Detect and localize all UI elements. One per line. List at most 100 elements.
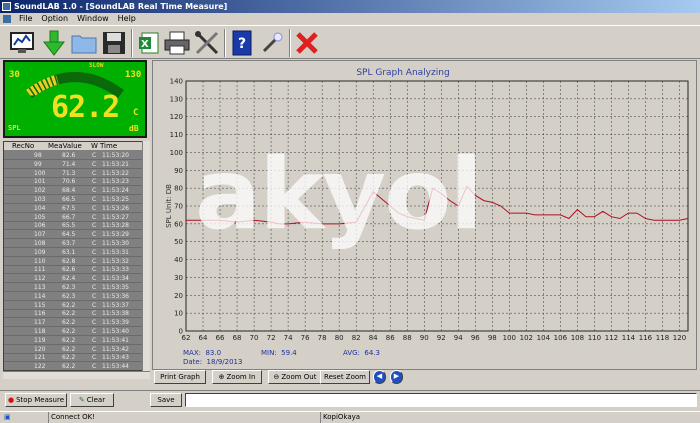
scroll-right-icon[interactable]: ▶	[390, 370, 403, 384]
y-tick-label: 20	[174, 292, 183, 300]
save-disk-icon[interactable]	[100, 29, 128, 57]
col-recno[interactable]: RecNo	[12, 142, 34, 151]
measurement-table[interactable]: RecNo MeaValue W Time 98 82.6 C 11:53:20 99 7…	[3, 141, 147, 371]
col-weighting[interactable]: W	[91, 142, 98, 151]
meter-max: 130	[125, 70, 142, 80]
cell-meavalue: 62.2	[62, 310, 76, 318]
reset-zoom-button[interactable]: Reset Zoom	[320, 370, 370, 384]
table-row[interactable]: 118 62.2 C 11:53:40	[4, 328, 146, 336]
cell-weighting: C	[92, 204, 97, 212]
table-row[interactable]: 108 63.7 C 11:53:30	[4, 240, 146, 248]
cell-meavalue: 62.2	[62, 336, 76, 344]
cell-time: 11:53:41	[102, 336, 129, 344]
table-row[interactable]: 121 62.2 C 11:53:43	[4, 354, 146, 363]
stat-date: Date: 18/9/2013	[183, 358, 243, 366]
table-row[interactable]: 106 65.5 C 11:53:28	[4, 222, 146, 231]
cell-meavalue: 70.6	[62, 178, 76, 186]
cell-weighting: C	[92, 231, 97, 239]
cell-recno: 112	[34, 275, 46, 283]
cell-meavalue: 62.2	[62, 301, 76, 309]
table-row[interactable]: 104 67.5 C 11:53:26	[4, 204, 146, 213]
svg-text:X: X	[141, 39, 149, 50]
cell-recno: 110	[34, 257, 46, 265]
save-button[interactable]: Save	[150, 393, 182, 407]
col-time[interactable]: Time	[100, 142, 117, 151]
spl-chart[interactable]: SPL Graph Analyzing SPL Unit: DB 62 64 66 6…	[153, 61, 696, 369]
y-tick-label: 70	[174, 203, 183, 211]
x-tick-label: 108	[571, 334, 584, 342]
table-row[interactable]: 122 62.2 C 11:53:44	[4, 363, 146, 371]
print-graph-button[interactable]: Print Graph	[154, 370, 206, 384]
cell-weighting: C	[92, 275, 97, 283]
cell-recno: 114	[34, 292, 46, 300]
zoom-out-icon: ⊖	[273, 373, 280, 381]
cell-meavalue: 62.2	[62, 328, 76, 335]
col-meavalue[interactable]: MeaValue	[48, 142, 82, 151]
help-book-icon[interactable]: ?	[228, 29, 256, 57]
table-row[interactable]: 105 66.7 C 11:53:27	[4, 214, 146, 222]
table-row[interactable]: 119 62.2 C 11:53:41	[4, 336, 146, 345]
cell-time: 11:53:31	[102, 248, 129, 256]
cell-weighting: C	[92, 363, 97, 371]
table-row[interactable]: 101 70.6 C 11:53:23	[4, 178, 146, 187]
cell-recno: 98	[34, 152, 42, 159]
table-row[interactable]: 111 62.6 C 11:53:33	[4, 266, 146, 275]
open-folder-icon[interactable]	[70, 29, 98, 57]
cell-time: 11:53:34	[102, 275, 129, 283]
stat-avg: AVG: 64.3	[343, 349, 380, 357]
x-tick-label: 74	[284, 334, 293, 342]
cell-weighting: C	[92, 178, 97, 186]
cell-time: 11:53:33	[102, 266, 129, 274]
close-x-icon[interactable]	[293, 29, 321, 57]
printer-icon[interactable]	[163, 29, 191, 57]
clear-button[interactable]: ✎ Clear	[70, 393, 114, 407]
excel-export-icon[interactable]: X	[135, 29, 163, 57]
table-horizontal-scrollbar[interactable]	[3, 371, 150, 379]
menu-help[interactable]: Help	[118, 14, 136, 23]
bottom-bar: ● Stop Measure ✎ Clear Save	[0, 390, 700, 410]
table-row[interactable]: 107 64.5 C 11:53:29	[4, 231, 146, 240]
save-filename-input[interactable]	[185, 393, 697, 407]
system-menu-icon[interactable]	[3, 15, 11, 23]
table-row[interactable]: 112 62.4 C 11:53:34	[4, 275, 146, 284]
table-row[interactable]: 102 68.4 C 11:53:24	[4, 187, 146, 196]
menu-option[interactable]: Option	[41, 14, 68, 23]
magic-wand-icon[interactable]	[258, 29, 286, 57]
x-tick-label: 118	[656, 334, 669, 342]
table-row[interactable]: 117 62.2 C 11:53:39	[4, 319, 146, 328]
cell-weighting: C	[92, 266, 97, 274]
cell-recno: 116	[34, 310, 46, 318]
cell-recno: 99	[34, 160, 42, 168]
zoom-out-button[interactable]: ⊖ Zoom Out	[268, 370, 322, 384]
cell-meavalue: 62.2	[62, 319, 76, 327]
table-row[interactable]: 109 63.1 C 11:53:31	[4, 248, 146, 257]
x-tick-label: 86	[386, 334, 395, 342]
menu-window[interactable]: Window	[77, 14, 109, 23]
menu-file[interactable]: File	[19, 14, 32, 23]
table-row[interactable]: 103 66.5 C 11:53:25	[4, 196, 146, 204]
table-row[interactable]: 100 71.3 C 11:53:22	[4, 169, 146, 178]
tools-icon[interactable]	[193, 29, 221, 57]
x-tick-label: 90	[420, 334, 429, 342]
table-row[interactable]: 110 62.8 C 11:53:32	[4, 257, 146, 266]
zoom-in-button[interactable]: ⊕ Zoom In	[212, 370, 262, 384]
cell-meavalue: 62.2	[62, 354, 76, 362]
y-tick-label: 0	[179, 328, 183, 336]
table-row[interactable]: 120 62.2 C 11:53:42	[4, 346, 146, 354]
x-tick-label: 110	[588, 334, 601, 342]
table-row[interactable]: 113 62.3 C 11:53:35	[4, 284, 146, 292]
cell-meavalue: 71.3	[62, 169, 76, 177]
table-row[interactable]: 116 62.2 C 11:53:38	[4, 310, 146, 319]
scroll-left-icon[interactable]: ◀	[373, 370, 386, 384]
table-row[interactable]: 98 82.6 C 11:53:20	[4, 152, 146, 160]
title-bar: SoundLAB 1.0 - [SoundLAB Real Time Measu…	[0, 0, 700, 13]
table-row[interactable]: 99 71.4 C 11:53:21	[4, 160, 146, 169]
table-row[interactable]: 115 62.2 C 11:53:37	[4, 301, 146, 310]
cell-meavalue: 62.2	[62, 363, 76, 371]
x-tick-label: 88	[403, 334, 412, 342]
table-vertical-scrollbar[interactable]	[142, 141, 150, 371]
table-row[interactable]: 114 62.3 C 11:53:36	[4, 292, 146, 301]
stop-measure-button[interactable]: ● Stop Measure	[5, 393, 67, 407]
green-arrow-down-icon[interactable]	[40, 29, 68, 57]
monitor-graph-icon[interactable]	[8, 29, 36, 57]
